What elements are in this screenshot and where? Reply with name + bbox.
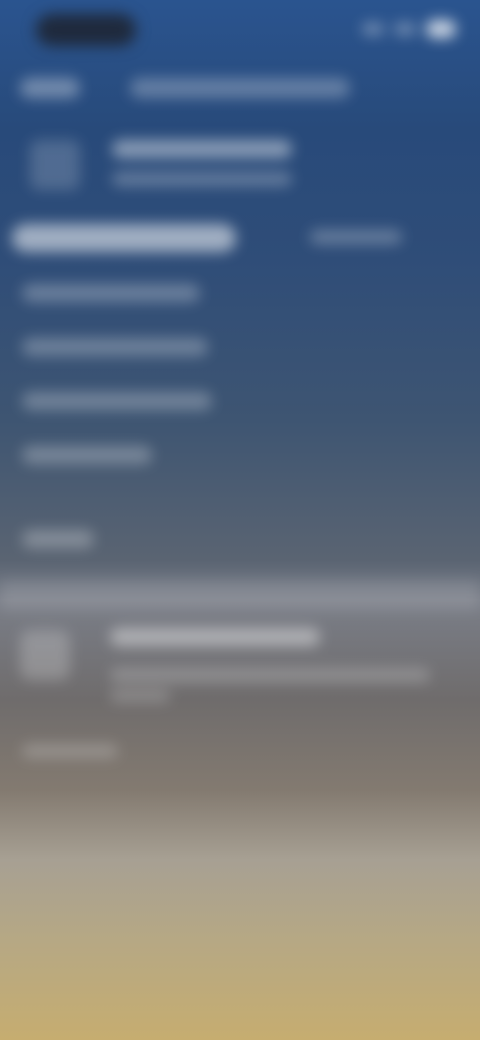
tab-primary[interactable]: [12, 224, 236, 252]
signal-icon: [362, 23, 384, 35]
header-card-subtitle: [112, 172, 292, 186]
list-item[interactable]: [22, 446, 152, 464]
header-card-icon: [30, 140, 80, 190]
header-card-title: [112, 140, 292, 158]
list-item[interactable]: [22, 530, 94, 548]
wifi-icon: [394, 23, 416, 35]
tab-bar: [12, 218, 468, 258]
bottom-card-title: [110, 628, 320, 646]
tab-secondary[interactable]: [310, 230, 402, 244]
status-icons: [362, 20, 456, 38]
list-item[interactable]: [22, 284, 200, 302]
blurred-screen: [0, 0, 480, 1040]
status-pill: [36, 14, 136, 46]
back-button[interactable]: [20, 78, 80, 98]
blur-overlay: [0, 0, 480, 1040]
list-item[interactable]: [22, 392, 212, 410]
bottom-card-subtitle-continuation: [110, 690, 170, 702]
header-card[interactable]: [20, 130, 460, 200]
bottom-card-subtitle: [110, 668, 430, 682]
list-item[interactable]: [22, 338, 208, 356]
section-divider: [0, 580, 480, 610]
navigation-bar: [0, 62, 480, 118]
bottom-card-footer: [22, 744, 118, 758]
battery-icon: [426, 20, 456, 38]
page-title: [130, 78, 350, 98]
bottom-card-icon: [20, 630, 70, 680]
